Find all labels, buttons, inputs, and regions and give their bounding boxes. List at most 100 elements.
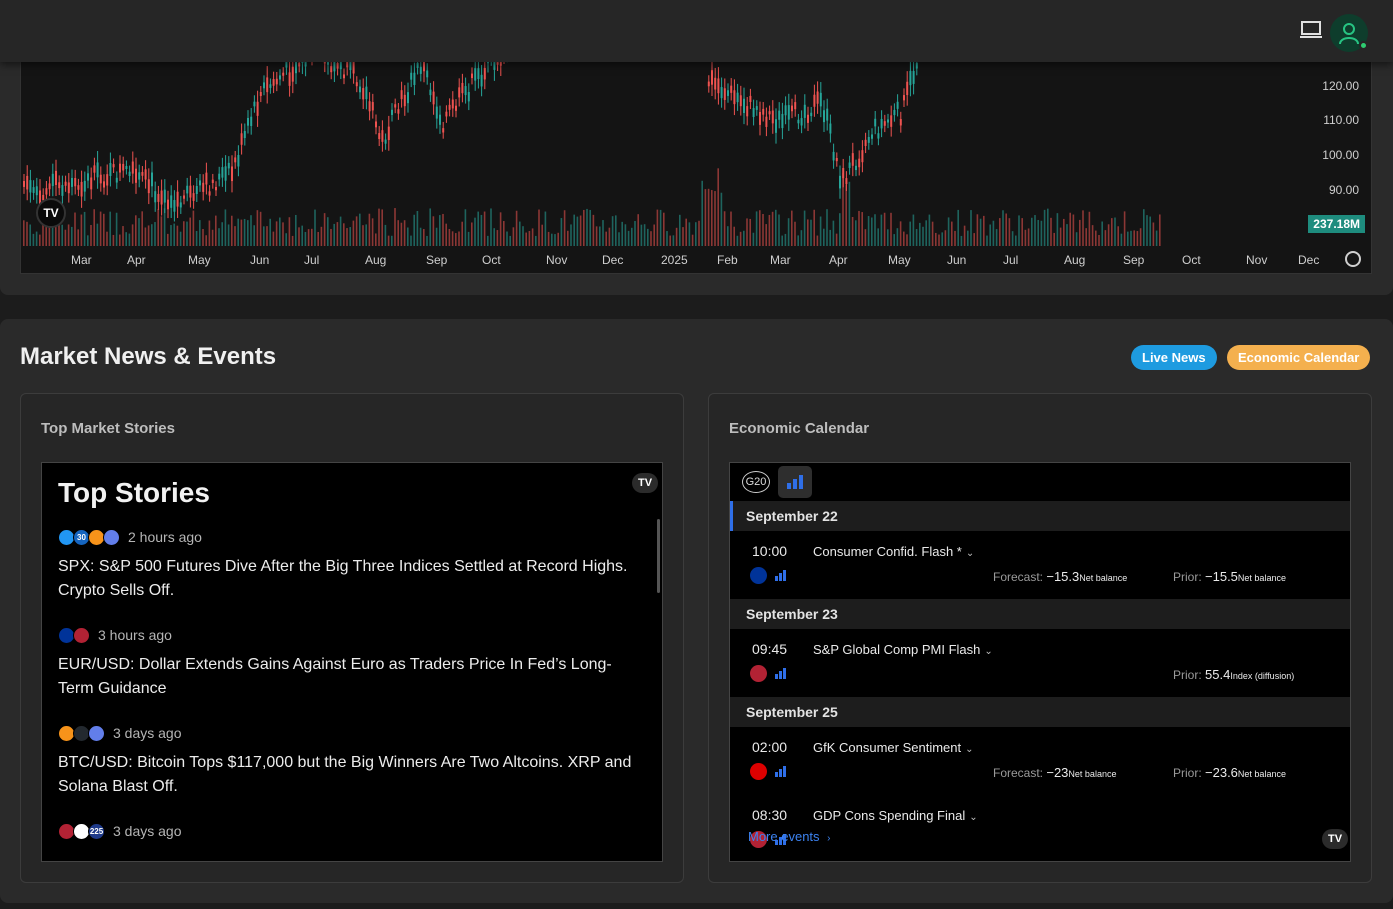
volume-bar bbox=[797, 235, 799, 246]
economic-calendar-button[interactable]: Economic Calendar bbox=[1227, 345, 1371, 370]
more-events-link[interactable]: More events › bbox=[748, 829, 831, 844]
news-story[interactable]: 3 days ago BTC/USD: Bitcoin Tops $117,000… bbox=[58, 723, 638, 799]
candle-body bbox=[135, 168, 137, 183]
live-news-button[interactable]: Live News bbox=[1131, 345, 1217, 370]
forecast-unit: Net balance bbox=[1068, 769, 1117, 779]
candle-body bbox=[832, 151, 835, 161]
candle-body bbox=[816, 91, 819, 104]
volume-bar bbox=[349, 227, 351, 246]
volume-bar bbox=[1136, 231, 1139, 246]
candle-body bbox=[67, 182, 70, 194]
candle-body bbox=[714, 77, 717, 90]
volume-bar bbox=[1063, 218, 1065, 246]
candle-body bbox=[874, 118, 877, 127]
story-headline[interactable]: BTC/USD: Bitcoin Tops $117,000 but the B… bbox=[58, 751, 638, 799]
volume-bar bbox=[176, 225, 179, 246]
volume-bar bbox=[471, 222, 473, 246]
tradingview-logo[interactable]: TV bbox=[1322, 829, 1348, 849]
candle-body bbox=[144, 169, 147, 180]
user-avatar[interactable] bbox=[1330, 14, 1368, 52]
volume-bar bbox=[381, 209, 383, 246]
volume-bar bbox=[291, 235, 294, 246]
time-axis-label: May bbox=[888, 253, 911, 267]
laptop-icon[interactable] bbox=[1300, 20, 1322, 40]
volume-bar bbox=[1050, 217, 1052, 246]
volume-bar bbox=[141, 211, 143, 246]
event-name[interactable]: GfK Consumer Sentiment ⌄ bbox=[813, 740, 974, 755]
volume-bar bbox=[403, 220, 406, 246]
time-axis-label: Jun bbox=[947, 253, 967, 267]
candle-body bbox=[896, 101, 899, 109]
candle-body bbox=[282, 72, 285, 76]
event-name[interactable]: Consumer Confid. Flash * ⌄ bbox=[813, 544, 974, 559]
candle-body bbox=[83, 180, 86, 192]
candle-body bbox=[279, 75, 281, 80]
volume-bar bbox=[439, 215, 441, 246]
story-headline[interactable]: EUR/USD: Dollar Extends Gains Against Eu… bbox=[58, 653, 638, 701]
volume-bar bbox=[1085, 228, 1087, 246]
volume-bar bbox=[231, 215, 233, 246]
candle-body bbox=[736, 92, 739, 103]
event-name[interactable]: GDP Cons Spending Final ⌄ bbox=[813, 808, 978, 823]
tradingview-logo[interactable]: TV bbox=[632, 473, 658, 493]
chart-settings-icon[interactable] bbox=[1345, 251, 1361, 267]
volume-bar bbox=[746, 218, 748, 246]
volume-bar bbox=[781, 235, 783, 246]
event-name[interactable]: S&P Global Comp PMI Flash ⌄ bbox=[813, 642, 993, 657]
candle-body bbox=[909, 70, 912, 86]
volume-bar bbox=[935, 232, 937, 246]
volume-bar bbox=[547, 231, 550, 246]
candle-body bbox=[887, 119, 889, 123]
price-chart[interactable]: 120.00 110.00 100.00 90.00 237.18M TV Ma… bbox=[20, 62, 1372, 274]
volume-bar bbox=[1027, 228, 1030, 246]
candle-body bbox=[96, 162, 99, 178]
volume-bar bbox=[272, 231, 275, 246]
prior-value: 55.4 bbox=[1205, 667, 1231, 682]
calendar-event[interactable]: 02:00 GfK Consumer Sentiment ⌄ Forecast: −2… bbox=[730, 727, 1350, 795]
story-headline[interactable]: SPX: S&P 500 Futures Dive After the Big … bbox=[58, 555, 638, 603]
forecast-label: Forecast: bbox=[993, 766, 1044, 780]
candle-body bbox=[368, 101, 371, 112]
volume-bar bbox=[960, 235, 963, 246]
volume-bar bbox=[461, 221, 463, 246]
calendar-event[interactable]: 10:00 Consumer Confid. Flash * ⌄ Forecast: … bbox=[730, 531, 1350, 599]
story-symbol-icons bbox=[58, 626, 90, 644]
news-story[interactable]: 30 2 hours ago SPX: S&P 500 Futures Dive A… bbox=[58, 527, 638, 603]
calendar-event[interactable]: 09:45 S&P Global Comp PMI Flash ⌄ Prior: 55… bbox=[730, 629, 1350, 697]
time-axis-label: Sep bbox=[426, 253, 448, 267]
tradingview-logo[interactable]: TV bbox=[36, 198, 66, 228]
chevron-down-icon[interactable]: ⌄ bbox=[965, 744, 973, 755]
volume-bar bbox=[224, 209, 227, 246]
volume-bar bbox=[698, 220, 700, 246]
scrollbar[interactable] bbox=[657, 519, 660, 593]
candle-body bbox=[439, 114, 441, 125]
chevron-down-icon[interactable]: ⌄ bbox=[984, 646, 992, 657]
volume-bar bbox=[883, 212, 886, 246]
candle-body bbox=[151, 172, 153, 187]
volume-bar bbox=[701, 180, 703, 246]
volume-bar bbox=[202, 228, 204, 246]
volume-bar bbox=[1037, 219, 1039, 246]
more-events-label: More events bbox=[748, 829, 820, 844]
volume-bar bbox=[755, 211, 758, 246]
g20-filter-button[interactable]: G20 bbox=[742, 471, 770, 493]
candlestick-chart[interactable] bbox=[21, 62, 1372, 274]
news-story[interactable]: 3 hours ago EUR/USD: Dollar Extends Gains… bbox=[58, 625, 638, 701]
volume-bar bbox=[954, 230, 956, 246]
volume-bar bbox=[26, 221, 28, 246]
volume-bar bbox=[880, 214, 883, 246]
candle-body bbox=[477, 68, 480, 80]
volume-bar bbox=[528, 230, 531, 246]
volume-bar bbox=[371, 218, 374, 246]
chevron-down-icon[interactable]: ⌄ bbox=[969, 812, 977, 823]
chevron-down-icon[interactable]: ⌄ bbox=[966, 548, 974, 559]
importance-filter-button[interactable] bbox=[778, 466, 812, 498]
forecast-value: −23 bbox=[1046, 765, 1069, 780]
candle-body bbox=[387, 126, 390, 141]
volume-bar bbox=[483, 211, 486, 246]
time-axis-label: Feb bbox=[717, 253, 738, 267]
volume-bar bbox=[307, 229, 310, 246]
prior-unit: Index (diffusion) bbox=[1230, 671, 1295, 681]
candle-body bbox=[413, 72, 416, 85]
news-story[interactable]: 225 3 days ago bbox=[58, 821, 638, 849]
